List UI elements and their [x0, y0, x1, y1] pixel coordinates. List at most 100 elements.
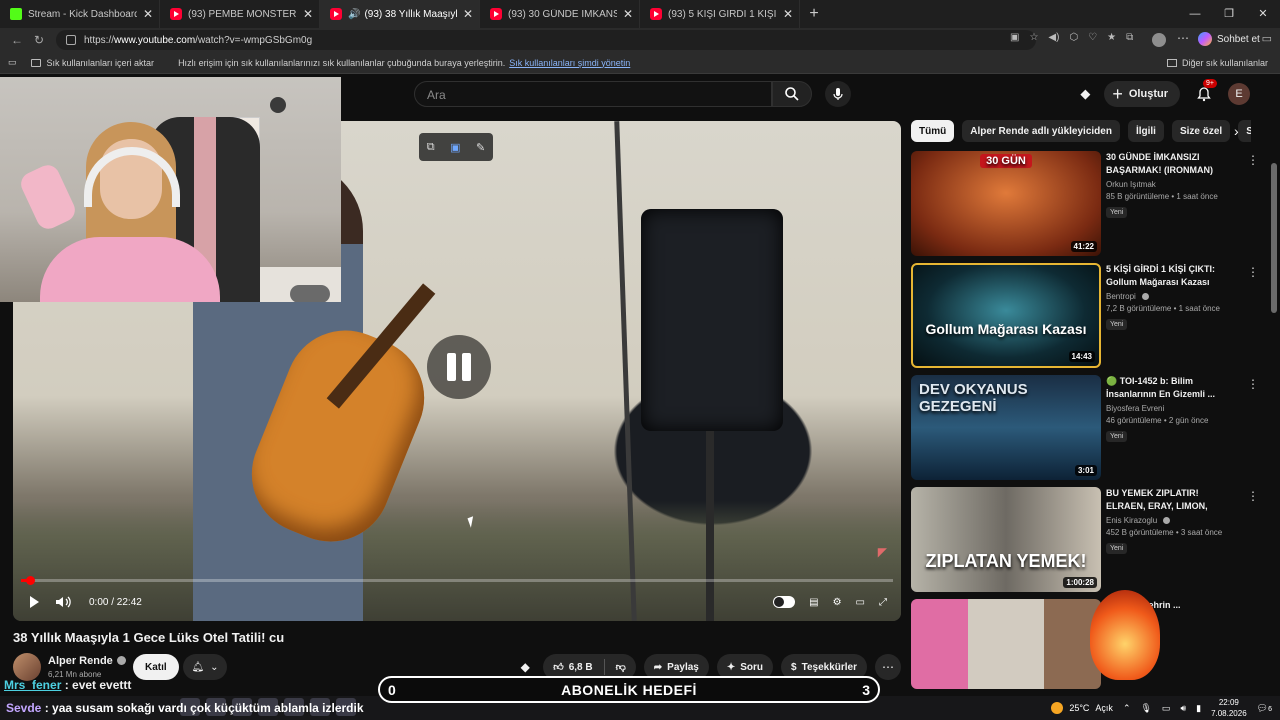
close-tab-icon[interactable]: ✕	[463, 7, 473, 21]
notifications-button[interactable]: 9+	[1194, 79, 1217, 104]
browser-tab-2[interactable]: (93) PEMBE MONSTER | Madara O ✕	[160, 0, 320, 28]
channel-name-wrap[interactable]: Alper Rende	[48, 655, 126, 667]
audio-icon[interactable]: ◀)	[1048, 32, 1059, 43]
miniplayer-icon[interactable]: ⧉	[427, 141, 435, 154]
voice-search-button[interactable]	[825, 81, 851, 107]
like-count[interactable]: 6,8 B	[569, 662, 593, 673]
chevron-right-icon[interactable]: ›	[1234, 123, 1239, 139]
profile-avatar[interactable]	[1152, 33, 1166, 47]
browser-essentials-icon[interactable]: ♡	[1088, 32, 1097, 43]
minimize-icon[interactable]: —	[1178, 0, 1212, 28]
weather-widget[interactable]: 25°C Açık	[1051, 702, 1113, 714]
extensions-icon[interactable]: ⬡	[1069, 32, 1078, 43]
recommendation-channel[interactable]: Biyosfera Evreni	[1106, 404, 1236, 413]
other-favorites-button[interactable]: Diğer sık kullanılanlar	[1166, 58, 1268, 68]
chip-all[interactable]: Tümü	[911, 120, 955, 142]
network-icon[interactable]: ▭	[1162, 703, 1171, 714]
recommendation-title[interactable]: BU YEMEK ZIPLATIR! ELRAEN, ERAY, LIMON, …	[1106, 487, 1236, 513]
battery-icon[interactable]: ▮	[1196, 703, 1201, 714]
chip-from-uploader[interactable]: Alper Rende adlı yükleyiciden	[962, 120, 1120, 142]
recommendation-item[interactable]: ZIPLATAN YEMEK! 1:00:28 BU YEMEK ZIPLATI…	[911, 487, 1261, 599]
subtitles-icon[interactable]: ▤	[809, 597, 818, 608]
video-thumbnail[interactable]: ZIPLATAN YEMEK! 1:00:28	[911, 487, 1101, 592]
notification-center-icon[interactable]: 💬︎6	[1257, 703, 1272, 714]
back-icon[interactable]: ←	[6, 33, 28, 47]
manage-favorites-link[interactable]: Sık kullanılanları şimdi yönetin	[509, 58, 630, 68]
close-tab-icon[interactable]: ✕	[623, 7, 633, 21]
split-screen-icon[interactable]: ▣	[1010, 32, 1019, 43]
theater-mode-icon[interactable]: ▭	[856, 597, 865, 608]
chip-for-you[interactable]: Size özel	[1171, 120, 1231, 142]
copilot-button[interactable]: Sohbet et	[1198, 32, 1260, 46]
url-field[interactable]: https://www.youtube.com/watch?v=-wmpGSbG…	[56, 30, 1036, 50]
close-tab-icon[interactable]: ✕	[303, 7, 313, 21]
search-button[interactable]	[772, 81, 812, 107]
screenshot-icon[interactable]: ▣	[450, 141, 460, 154]
more-actions-button[interactable]: ⋯	[875, 654, 901, 680]
search-input[interactable]: Ara	[414, 81, 772, 107]
favorite-star-icon[interactable]: ☆	[1029, 32, 1038, 43]
side-panel-icon[interactable]: ▭	[1262, 32, 1272, 45]
clock[interactable]: 22:09 7.08.2026	[1211, 697, 1247, 719]
recommendation-channel[interactable]: Bentropi	[1106, 292, 1236, 301]
video-thumbnail[interactable]: Gollum Mağarası Kazası 14:43	[911, 263, 1101, 368]
recommendation-title[interactable]: 5 KİŞİ GİRDİ 1 KİŞİ ÇIKTI: Gollum Mağara…	[1106, 263, 1236, 289]
fox-flame-icon	[1090, 590, 1160, 680]
recommendation-item[interactable]: Gollum Mağarası Kazası 14:43 5 KİŞİ GİRD…	[911, 263, 1261, 375]
more-vert-icon[interactable]: ⋮	[1247, 489, 1259, 503]
notes-icon[interactable]: ✎	[476, 141, 485, 154]
chip-recent[interactable]: Son	[1238, 120, 1251, 142]
like-icon[interactable]: 👍︎	[553, 661, 563, 673]
channel-name: Orkun Işıtmak	[1106, 180, 1156, 189]
video-thumbnail[interactable]: 30 GÜN 41:22	[911, 151, 1101, 256]
recommendation-channel[interactable]: Orkun Işıtmak	[1106, 180, 1236, 189]
recommendation-title[interactable]: 30 GÜNDE İMKANSIZI BAŞARMAK! (IRONMAN)	[1106, 151, 1236, 177]
play-icon[interactable]	[27, 595, 41, 609]
recommendation-item[interactable]: DEV OKYANUS GEZEGENİ 3:01 🟢 TOI-1452 b: …	[911, 375, 1261, 487]
pause-overlay-button[interactable]	[427, 335, 491, 399]
settings-gear-icon[interactable]: ⚙	[833, 597, 842, 608]
close-tab-icon[interactable]: ✕	[783, 7, 793, 21]
chip-related[interactable]: İlgili	[1127, 120, 1164, 142]
chevron-up-icon[interactable]: ⌃	[1123, 703, 1131, 714]
browser-tab-4[interactable]: (93) 30 GÜNDE İMKANSIZI BAŞAR ✕	[480, 0, 640, 28]
premium-diamond-icon[interactable]: ◆	[1080, 86, 1090, 102]
refresh-icon[interactable]: ↻	[28, 33, 50, 47]
more-vert-icon[interactable]: ⋮	[1247, 153, 1259, 167]
collections-icon[interactable]: ⧉	[1126, 32, 1133, 43]
more-vert-icon[interactable]: ⋮	[1247, 265, 1259, 279]
video-thumbnail[interactable]	[911, 599, 1101, 689]
new-tab-button[interactable]: +	[800, 0, 828, 28]
diamond-icon[interactable]: ◆	[515, 660, 535, 674]
browser-tab-5[interactable]: (93) 5 KİŞİ GİRDİ 1 KİŞİ ÇIKTI: Goll ✕	[640, 0, 800, 28]
more-vert-icon[interactable]: ⋮	[1247, 377, 1259, 391]
account-avatar[interactable]: E	[1228, 83, 1250, 105]
subscription-bell-button[interactable]: 🔔︎ ⌄	[183, 654, 227, 680]
browser-tab-1[interactable]: Stream - Kick Dashboard ✕	[0, 0, 160, 28]
recommendation-item[interactable]: 30 GÜN 41:22 30 GÜNDE İMKANSIZI BAŞARMAK…	[911, 151, 1261, 263]
scrubber-handle[interactable]	[25, 576, 35, 585]
browser-tab-3[interactable]: 🔊 (93) 38 Yıllık Maaşıyla 1 Gece ✕	[320, 0, 480, 28]
favorites-icon[interactable]: ★	[1107, 32, 1116, 43]
progress-bar[interactable]	[21, 576, 893, 585]
close-tab-icon[interactable]: ✕	[143, 7, 153, 21]
dislike-icon[interactable]: 👎︎	[616, 661, 626, 673]
site-info-icon[interactable]	[66, 35, 76, 45]
channel-avatar[interactable]	[13, 653, 41, 681]
recommendation-channel[interactable]: Enis Kirazoglu	[1106, 516, 1236, 525]
fullscreen-icon[interactable]: ⤢	[879, 597, 887, 608]
volume-tray-icon[interactable]: 🔊︎	[1180, 703, 1186, 714]
close-window-icon[interactable]: ✕	[1246, 0, 1280, 28]
import-favorites-button[interactable]: Sık kullanılanları içeri aktar	[30, 58, 154, 68]
recommendation-title[interactable]: 🟢 TOI-1452 b: Bilim İnsanlarının En Gize…	[1106, 375, 1236, 401]
microphone-tray-icon[interactable]: 🎙︎	[1140, 703, 1151, 714]
speaker-icon[interactable]: 🔊	[348, 9, 360, 20]
volume-icon[interactable]	[55, 595, 73, 609]
autoplay-toggle[interactable]	[773, 596, 796, 608]
video-thumbnail[interactable]: DEV OKYANUS GEZEGENİ 3:01	[911, 375, 1101, 480]
restore-icon[interactable]: ❐	[1212, 0, 1246, 28]
page-scrollbar[interactable]	[1271, 163, 1277, 313]
join-button[interactable]: Katıl	[133, 654, 179, 680]
browser-menu-icon[interactable]: ⋯	[1177, 31, 1189, 45]
create-button[interactable]: + Oluştur	[1104, 81, 1180, 107]
